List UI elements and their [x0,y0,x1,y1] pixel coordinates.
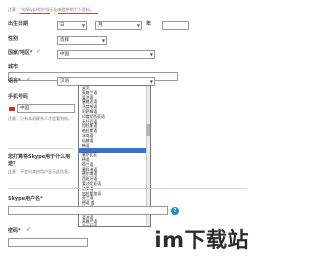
gender-select[interactable]: 选择 ▼ [57,36,107,45]
language-label: 语言* [8,78,21,84]
privacy-note: 注意："向Skype用户显示出来提供的个人资料。 [8,7,94,12]
check-mark-icon: ✓ [26,226,32,233]
skype-name-input[interactable] [8,206,168,215]
city-label: 城市 [8,64,19,70]
language-option[interactable]: 意大利语 [79,224,150,226]
scrollbar-thumb[interactable] [146,124,150,136]
password-input[interactable] [8,238,88,247]
skype-usage-label: 您打算将Skype用于什么用途？ [8,154,71,167]
gender-label: 性别 [8,36,19,42]
divider [8,188,247,189]
birthday-label: 出生日期 [8,21,29,27]
birth-year-input[interactable] [162,21,189,30]
chevron-down-icon: ▼ [81,23,85,28]
birth-day-select[interactable]: 日 ▼ [57,21,87,30]
skype-usage-note: 注意：不会向其他用户显示此信息。 [8,169,72,174]
divider [8,148,73,149]
skype-name-label: Skype用户名* [8,196,43,202]
check-mark-icon: ✓ [36,48,42,55]
check-mark-icon: ✓ [26,76,32,83]
birth-month-select[interactable]: 月 ▼ [95,21,142,30]
country-select[interactable]: 中国 ▼ [57,50,155,59]
phone-country-select[interactable]: 中国 [17,104,75,113]
password-label: 密码* [8,228,21,234]
chevron-down-icon: ▼ [149,79,153,84]
watermark-logo: im下载站 [154,228,249,252]
chevron-down-icon: ▼ [136,23,140,28]
phone-label: 手机号码 [8,94,29,100]
underline-mark [58,13,98,14]
phone-note: 注意：只有本机联系人才会看到你。 [8,116,72,121]
china-flag-icon [9,107,15,111]
year-suffix: 年 [146,21,152,27]
dropdown-scrollbar[interactable] [146,86,150,226]
help-icon[interactable]: ? [171,207,179,215]
chevron-down-icon: ▼ [101,38,105,43]
country-label: 国家/地区* [8,50,33,56]
chevron-down-icon: ▼ [149,52,153,57]
underline-mark [20,13,50,14]
